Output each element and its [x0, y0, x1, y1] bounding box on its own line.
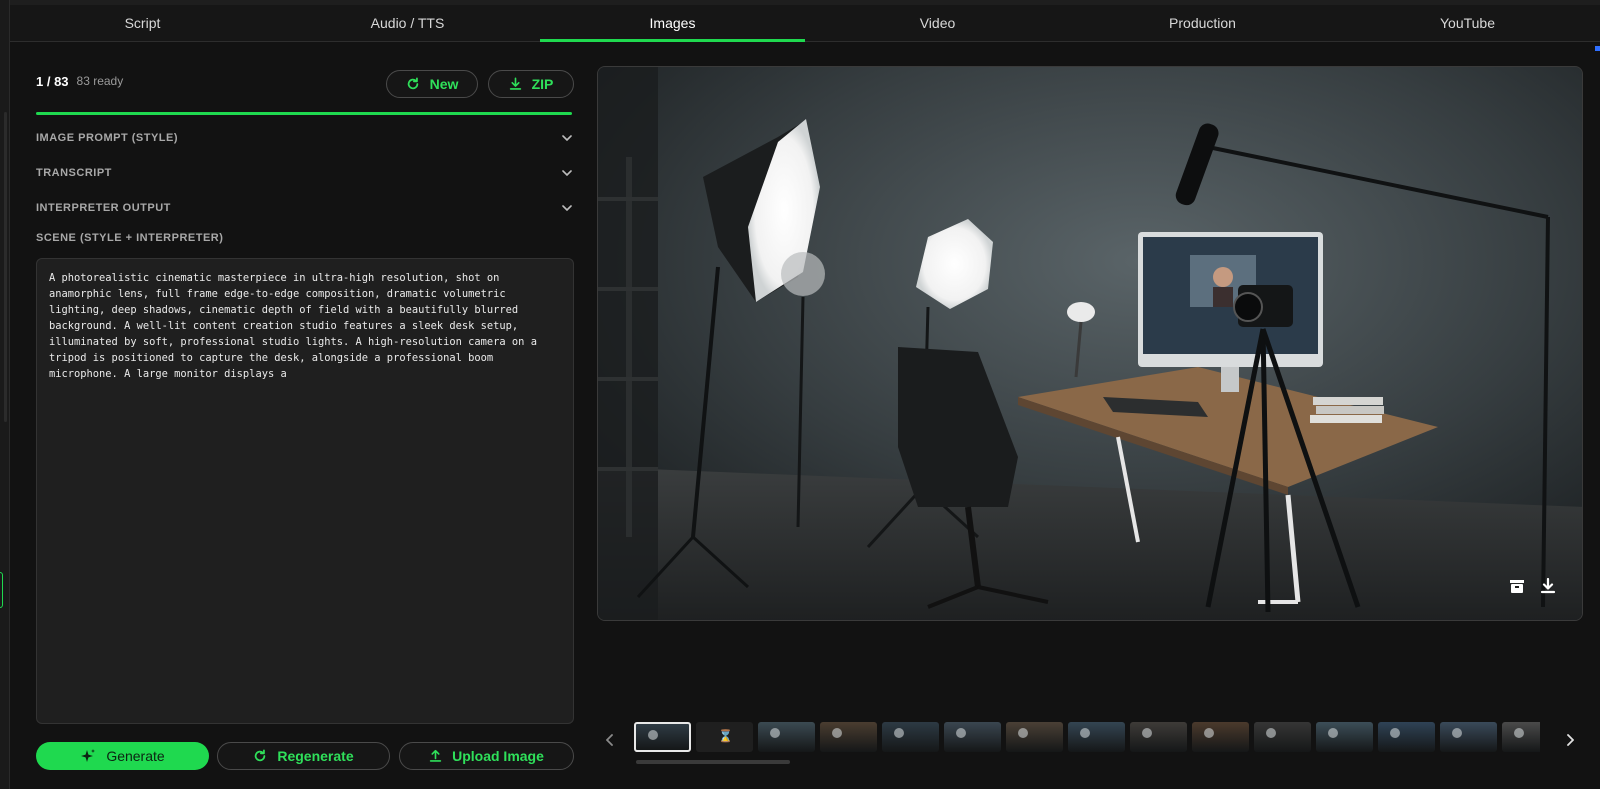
regenerate-button-label: Regenerate [277, 748, 354, 764]
thumbnail[interactable] [820, 722, 877, 752]
tab-audio-tts[interactable]: Audio / TTS [275, 0, 540, 41]
tab-label: Production [1169, 14, 1236, 31]
scroll-indicator [1595, 46, 1600, 51]
section-label: INTERPRETER OUTPUT [36, 202, 171, 214]
thumbnail[interactable] [1502, 722, 1540, 752]
sidebar-scrollbar[interactable] [4, 112, 7, 422]
chevron-down-icon [560, 201, 574, 215]
thumbnail[interactable] [882, 722, 939, 752]
tab-video[interactable]: Video [805, 0, 1070, 41]
image-preview[interactable] [597, 66, 1583, 621]
interpreter-output-section[interactable]: INTERPRETER OUTPUT [36, 197, 574, 219]
thumbnail[interactable] [1006, 722, 1063, 752]
progress-fill [36, 112, 572, 115]
scene-label: SCENE (STYLE + INTERPRETER) [36, 232, 224, 244]
scene-prompt-textarea[interactable]: A photorealistic cinematic masterpiece i… [36, 258, 574, 724]
thumbnail[interactable] [944, 722, 1001, 752]
chevron-right-icon[interactable] [1560, 730, 1580, 750]
thumbnail[interactable] [1378, 722, 1435, 752]
thumbnail[interactable] [1068, 722, 1125, 752]
sidebar-active-indicator[interactable] [0, 572, 3, 608]
thumbnail-preview [1080, 728, 1090, 738]
chevron-down-icon [560, 131, 574, 145]
refresh-icon [407, 77, 418, 90]
tab-label: Video [919, 14, 956, 31]
image-prompt-section[interactable]: IMAGE PROMPT (STYLE) [36, 127, 574, 149]
zip-download-button[interactable]: ZIP [488, 70, 574, 98]
thumbnail-preview [648, 730, 658, 740]
tab-images[interactable]: Images [540, 0, 805, 42]
section-label: TRANSCRIPT [36, 167, 112, 179]
thumbnail-preview [956, 728, 966, 738]
hourglass-icon: ⌛ [718, 729, 733, 743]
thumbnail-strip: ⌛ [600, 720, 1580, 766]
tab-label: Script [124, 14, 161, 31]
chevron-down-icon [560, 166, 574, 180]
refresh-icon [255, 749, 266, 762]
tab-production[interactable]: Production [1070, 0, 1335, 41]
upload-image-button[interactable]: Upload Image [399, 742, 574, 770]
new-button[interactable]: New [386, 70, 478, 98]
archive-icon[interactable] [1505, 574, 1529, 598]
image-counter: 1 / 83 [36, 73, 69, 89]
tab-label: YouTube [1439, 14, 1495, 31]
chevron-left-icon[interactable] [600, 730, 620, 750]
thumbnail[interactable] [758, 722, 815, 752]
tab-label: Images [649, 14, 696, 31]
sparkle-icon [81, 749, 96, 762]
generate-button[interactable]: Generate [36, 742, 209, 770]
thumbnail[interactable] [1254, 722, 1311, 752]
studio-scene-image [598, 67, 1582, 620]
section-label: IMAGE PROMPT (STYLE) [36, 132, 178, 144]
thumbnail-preview [1514, 728, 1524, 738]
generate-button-label: Generate [106, 748, 165, 764]
image-controls-panel: 1 / 83 83 ready New ZIP IMAGE PROMPT (ST… [36, 66, 574, 781]
thumbnail[interactable] [1192, 722, 1249, 752]
thumbnail-scrollbar[interactable] [636, 760, 790, 764]
tab-youtube[interactable]: YouTube [1335, 0, 1600, 41]
zip-button-label: ZIP [531, 76, 554, 92]
thumbnail-list: ⌛ [634, 720, 1540, 752]
generation-progress-bar [36, 112, 572, 115]
new-button-label: New [429, 76, 459, 92]
thumbnail[interactable] [634, 722, 691, 752]
tab-label: Audio / TTS [370, 14, 445, 31]
thumbnail-preview [1142, 728, 1152, 738]
thumbnail-preview [894, 728, 904, 738]
download-icon[interactable] [1536, 574, 1560, 598]
generation-actions: Generate Regenerate Upload Image [36, 742, 574, 770]
thumbnail-preview [1328, 728, 1338, 738]
thumbnail[interactable] [1130, 722, 1187, 752]
upload-button-label: Upload Image [452, 748, 544, 764]
download-icon [509, 77, 521, 90]
thumbnail-preview [1018, 728, 1028, 738]
thumbnail[interactable] [1440, 722, 1497, 752]
ready-count: 83 ready [76, 74, 124, 88]
app-sidebar [0, 0, 10, 789]
transcript-section[interactable]: TRANSCRIPT [36, 162, 574, 184]
regenerate-button[interactable]: Regenerate [217, 742, 390, 770]
thumbnail-preview [1390, 728, 1400, 738]
thumbnail-preview [1452, 728, 1462, 738]
thumbnail-preview [770, 728, 780, 738]
upload-icon [429, 749, 442, 762]
thumbnail-preview [1266, 728, 1276, 738]
thumbnail-preview [832, 728, 842, 738]
thumbnail[interactable] [1316, 722, 1373, 752]
thumbnail-pending[interactable]: ⌛ [696, 722, 753, 752]
thumbnail-preview [1204, 728, 1214, 738]
main-tab-bar: Script Audio / TTS Images Video Producti… [10, 0, 1600, 42]
tab-script[interactable]: Script [10, 0, 275, 41]
